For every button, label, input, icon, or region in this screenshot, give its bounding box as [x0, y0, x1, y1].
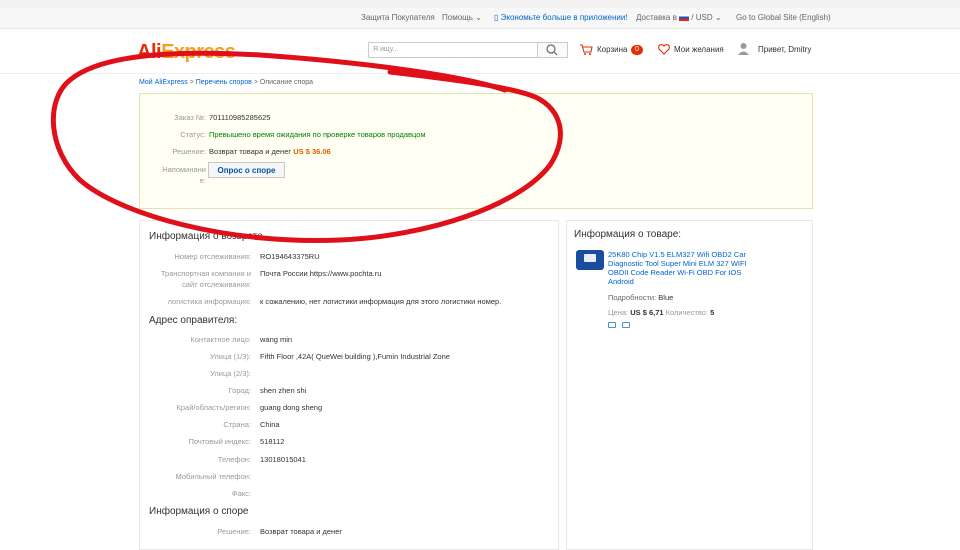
- status-label: Статус:: [180, 130, 206, 139]
- contact-value: wang min: [260, 335, 293, 344]
- street2-label: Улица (2/3):: [210, 369, 251, 378]
- product-price-qty: Цена: US $ 6,71 Количество: 5: [608, 308, 714, 317]
- logistics-label: логистика информация:: [167, 297, 251, 306]
- qty-label: Количество:: [665, 308, 709, 317]
- street1-label: Улица (1/3):: [210, 352, 251, 361]
- ship-to-label: Доставка в: [636, 13, 677, 22]
- product-title-link[interactable]: 25K80 Chip V1.5 ELM327 Wifi OBD2 Car Dia…: [608, 250, 758, 286]
- help-menu[interactable]: Помощь ⌄: [442, 13, 482, 22]
- heart-icon[interactable]: [657, 43, 671, 56]
- details-label: Подробности:: [608, 293, 657, 302]
- product-thumbnail[interactable]: [576, 250, 604, 270]
- chevron-down-icon: ⌄: [714, 13, 722, 22]
- solution-text: Возврат товара и денег: [209, 147, 292, 156]
- price-value: US $ 6,71: [630, 308, 664, 317]
- city-value: shen zhen shi: [260, 386, 307, 395]
- top-navigation: Защита Покупателя Помощь ⌄ ▯ Экономьте б…: [0, 8, 960, 29]
- sender-address-title: Адрес оправителя:: [149, 315, 238, 326]
- details-value: Blue: [658, 293, 674, 302]
- contact-label: Контактное лицо:: [190, 335, 251, 344]
- logistics-value: к сожалению, нет логистики информация дл…: [260, 297, 502, 306]
- breadcrumb-separator: >: [187, 79, 196, 86]
- avatar-icon[interactable]: [737, 42, 750, 56]
- wishlist-label[interactable]: Мои желания: [674, 45, 724, 54]
- tracking-value: RO194643375RU: [260, 252, 320, 261]
- city-label: Город:: [228, 386, 251, 395]
- status-value: Превышено время ожидания по проверке тов…: [209, 130, 426, 139]
- zip-value: 518112: [260, 437, 285, 446]
- product-info-title: Информация о товаре:: [574, 229, 682, 240]
- dispute-solution-label: Решение:: [217, 527, 251, 536]
- currency-label: USD: [695, 13, 713, 22]
- reminder-label-line2: е:: [199, 176, 206, 185]
- help-label: Помощь: [442, 13, 473, 22]
- phone-icon: ▯: [494, 13, 499, 22]
- solution-amount: US $ 36.06: [293, 147, 331, 156]
- app-promo-link[interactable]: ▯ Экономьте больше в приложении!: [494, 13, 628, 22]
- zip-label: Почтовый индекс:: [188, 437, 251, 446]
- russia-flag-icon: [679, 14, 690, 22]
- dispute-survey-button[interactable]: Опрос о споре: [208, 162, 285, 178]
- order-number-label: Заказ №:: [174, 113, 206, 122]
- search-icon: [546, 44, 558, 56]
- fax-label: Факс:: [231, 489, 251, 498]
- aliexpress-logo[interactable]: AliExpress: [137, 41, 236, 64]
- breadcrumb: Мой AliExpress > Перечень споров > Описа…: [139, 79, 313, 86]
- message-icon[interactable]: [622, 322, 630, 328]
- site-header: AliExpress Я ищу... Корзина 0 Мои желани…: [0, 29, 960, 74]
- dispute-solution-value: Возврат товара и денег: [260, 527, 343, 536]
- cart-icon[interactable]: [579, 43, 593, 56]
- breadcrumb-my-aliexpress[interactable]: Мой AliExpress: [139, 79, 188, 86]
- logo-ali: Ali: [137, 41, 162, 63]
- country-label: Страна:: [223, 420, 251, 429]
- buyer-protection-link[interactable]: Защита Покупателя: [361, 13, 435, 22]
- carrier-label-line1: Транспортная компания и: [160, 269, 251, 278]
- reminder-label-line1: Напоминани: [162, 165, 206, 174]
- app-promo-label: Экономьте больше в приложении!: [500, 13, 628, 22]
- return-info-title: Информация о возврате: [149, 231, 263, 242]
- region-label: Край/область/регион:: [176, 403, 251, 412]
- cart-count-badge: 0: [631, 45, 643, 55]
- qty-value: 5: [710, 308, 715, 317]
- user-greeting[interactable]: Привет, Dmitry: [758, 45, 811, 54]
- order-number-value: 701110985285625: [209, 113, 271, 122]
- snapshot-icon[interactable]: [608, 322, 616, 328]
- ship-to-selector[interactable]: Доставка в / USD ⌄: [636, 13, 722, 22]
- street1-value: Fifth Floor ,42A( QueWei building ),Fumi…: [260, 352, 450, 361]
- breadcrumb-disputes[interactable]: Перечень споров: [196, 79, 252, 86]
- carrier-value: Почта России https://www.pochta.ru: [260, 269, 382, 278]
- breadcrumb-current: Описание спора: [259, 79, 313, 86]
- product-details: Подробности: Blue: [608, 293, 673, 302]
- phone-label: Телефон:: [217, 455, 251, 464]
- tracking-label: Номер отслеживания:: [174, 252, 252, 261]
- global-site-link[interactable]: Go to Global Site (English): [736, 13, 831, 22]
- logo-express: Express: [161, 41, 236, 63]
- obd-device-icon: [584, 254, 596, 262]
- chevron-down-icon: ⌄: [475, 13, 482, 22]
- search-input[interactable]: Я ищу...: [368, 42, 538, 58]
- price-label: Цена:: [608, 308, 629, 317]
- region-value: guang dong sheng: [260, 403, 323, 412]
- search-button[interactable]: [538, 42, 568, 58]
- solution-value: Возврат товара и денег US $ 36.06: [209, 147, 331, 156]
- breadcrumb-separator: >: [251, 79, 260, 86]
- mobile-label: Мобильный телефон:: [175, 472, 251, 481]
- phone-value: 13018015041: [260, 455, 306, 464]
- solution-label: Решение:: [172, 147, 206, 156]
- cart-label[interactable]: Корзина: [597, 45, 627, 54]
- dispute-info-title: Информация о споре: [149, 506, 249, 517]
- country-value: China: [260, 420, 280, 429]
- carrier-label-line2: сайт отслеживания:: [182, 280, 251, 289]
